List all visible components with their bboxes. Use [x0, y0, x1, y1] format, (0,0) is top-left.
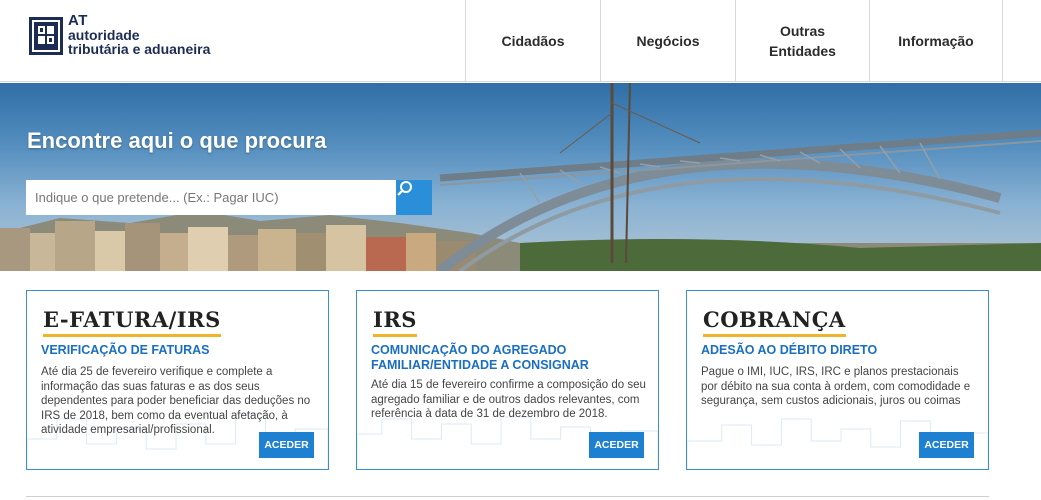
card-title: E-FATURA/IRS [43, 307, 221, 337]
card-title: COBRANÇA [703, 307, 846, 337]
logo-line-2: autoridade [68, 27, 140, 43]
nav-informacao[interactable]: Informação [869, 0, 1003, 82]
aceder-button[interactable]: ACEDER [589, 432, 644, 458]
nav-negocios[interactable]: Negócios [600, 0, 735, 82]
nav-outras-line-1: Outras [779, 23, 826, 39]
hero-banner: Encontre aqui o que procura Indique o qu… [0, 83, 1041, 271]
card-subtitle[interactable]: COMUNICAÇÃO DO AGREGADO FAMILIAR/ENTIDAD… [371, 343, 646, 373]
aceder-button[interactable]: ACEDER [919, 432, 974, 458]
search-button[interactable] [396, 180, 432, 215]
aceder-button[interactable]: ACEDER [259, 432, 314, 458]
card-title: IRS [373, 307, 417, 337]
nav-cidadaos[interactable]: Cidadãos [465, 0, 600, 82]
card-subtitle[interactable]: VERIFICAÇÃO DE FATURAS [41, 343, 316, 358]
site-header: AT autoridade tributária e aduaneira Cid… [0, 0, 1041, 82]
nav-outras-entidades-label: Outras Entidades [769, 21, 836, 61]
card-efatura: E-FATURA/IRS VERIFICAÇÃO DE FATURAS Até … [26, 290, 329, 470]
card-description: Pague o IMI, IUC, IRS, IRC e planos pres… [701, 366, 971, 407]
card-cobranca: COBRANÇA ADESÃO AO DÉBITO DIRETO Pague o… [686, 290, 989, 470]
nav-negocios-label: Negócios [636, 33, 700, 49]
search-placeholder: Indique o que pretende... (Ex.: Pagar IU… [35, 190, 279, 205]
at-shield-logo-icon [28, 16, 64, 56]
search-input[interactable]: Indique o que pretende... (Ex.: Pagar IU… [26, 180, 396, 215]
hero-bridge-image [0, 83, 1041, 271]
card-irs: IRS COMUNICAÇÃO DO AGREGADO FAMILIAR/ENT… [356, 290, 659, 470]
logo-line-3: tributária e aduaneira [68, 41, 211, 57]
logo-text: AT autoridade tributária e aduaneira [68, 12, 211, 57]
nav-outras-line-2: Entidades [769, 43, 836, 59]
card-subtitle[interactable]: ADESÃO AO DÉBITO DIRETO [701, 343, 976, 358]
nav-informacao-label: Informação [898, 33, 974, 49]
hero-title: Encontre aqui o que procura [27, 128, 327, 153]
at-logo[interactable]: AT autoridade tributária e aduaneira [28, 12, 228, 66]
card-description: Até dia 15 de fevereiro confirme a compo… [371, 379, 646, 420]
main-nav: Cidadãos Negócios Outras Entidades Infor… [465, 0, 1003, 82]
nav-cidadaos-label: Cidadãos [501, 33, 565, 49]
logo-line-1: AT [68, 12, 88, 29]
nav-outras-entidades[interactable]: Outras Entidades [735, 0, 869, 82]
section-divider [26, 496, 989, 497]
card-description: Até dia 25 de fevereiro verifique e comp… [41, 366, 311, 436]
